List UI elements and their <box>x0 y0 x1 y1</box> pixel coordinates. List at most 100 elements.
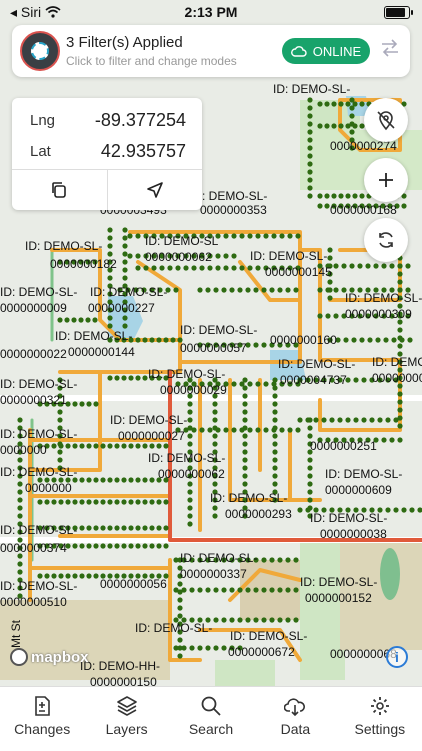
tree-dot <box>86 477 92 483</box>
tree-dot <box>64 317 70 323</box>
tree-dot <box>353 377 359 383</box>
tree-dot <box>324 101 330 107</box>
tree-dot <box>142 477 148 483</box>
tree-dot <box>57 457 63 463</box>
tree-dot <box>359 101 365 107</box>
tree-dot <box>353 417 359 423</box>
tree-dot <box>92 317 98 323</box>
location-off-button[interactable] <box>364 98 408 142</box>
tree-dot <box>17 497 23 503</box>
tree-dot <box>149 337 155 343</box>
swap-arrows-icon[interactable] <box>380 39 400 62</box>
tree-dot <box>212 409 218 415</box>
tree-dot <box>287 233 293 239</box>
tree-dot <box>307 505 313 511</box>
tree-dot <box>242 425 248 431</box>
tree-dot <box>295 233 301 239</box>
tree-dot <box>272 481 278 487</box>
tree-dot <box>307 153 313 159</box>
tree-dot <box>72 499 78 505</box>
tree-dot <box>242 449 248 455</box>
tree-dot <box>247 381 253 387</box>
tree-dot <box>263 381 269 387</box>
tree-dot <box>333 263 339 269</box>
tree-dot <box>51 573 57 579</box>
tree-dot <box>93 543 99 549</box>
tree-dot <box>338 101 344 107</box>
map-label: ID: DEMO-SL- <box>180 551 257 565</box>
navigate-button[interactable] <box>108 170 203 210</box>
tree-dot <box>285 617 291 623</box>
map-label: ID: DEMO-SL- <box>278 357 355 371</box>
tree-dot <box>149 477 155 483</box>
tree-dot <box>405 263 411 269</box>
settings-gear-icon <box>370 697 389 715</box>
tree-dot <box>359 193 365 199</box>
tree-dot <box>197 287 203 293</box>
tree-dot <box>86 443 92 449</box>
tree-dot <box>231 381 237 387</box>
tree-dot <box>327 287 333 293</box>
status-time: 2:13 PM <box>184 4 238 20</box>
map-label: 0000000374 <box>0 541 67 555</box>
tree-dot <box>255 233 261 239</box>
tree-dot <box>221 617 227 623</box>
filter-banner[interactable]: 3 Filter(s) Applied Click to filter and … <box>12 25 410 77</box>
tree-dot <box>121 499 127 505</box>
info-icon[interactable]: i <box>386 646 408 668</box>
lng-value: -89.377254 <box>94 110 186 130</box>
tree-dot <box>272 441 278 447</box>
tree-dot <box>307 481 313 487</box>
tree-dot <box>263 233 269 239</box>
tab-changes[interactable]: Changes <box>0 687 84 751</box>
tree-dot <box>212 441 218 447</box>
tree-dot <box>79 499 85 505</box>
tree-dot <box>255 381 261 387</box>
tree-dot <box>307 113 313 119</box>
tree-dot <box>272 377 278 383</box>
refresh-button[interactable] <box>364 218 408 262</box>
tree-dot <box>114 499 120 505</box>
map-label: 0000000062 <box>158 467 225 481</box>
map-label: 0000000144 <box>68 345 135 359</box>
tree-dot <box>293 557 299 563</box>
tree-dot <box>293 617 299 623</box>
tree-dot <box>349 113 355 119</box>
tree-dot <box>307 145 313 151</box>
map-label: ID: DEMO-SL- <box>0 285 77 299</box>
tree-dot <box>212 425 218 431</box>
mapbox-logo[interactable]: mapbox <box>10 648 89 666</box>
tab-search[interactable]: Search <box>169 687 253 751</box>
map-label: 0000000251 <box>310 439 377 453</box>
tree-dot <box>107 543 113 549</box>
layers-icon <box>116 696 137 716</box>
tree-dot <box>397 415 403 421</box>
tree-dot <box>213 287 219 293</box>
tree-dot <box>215 253 221 259</box>
tab-layers[interactable]: Layers <box>84 687 168 751</box>
tree-dot <box>397 335 403 341</box>
app-logo-icon <box>20 31 60 71</box>
online-status-button[interactable]: ONLINE <box>282 38 370 64</box>
tree-dot <box>349 263 355 269</box>
zoom-in-button[interactable] <box>364 158 408 202</box>
tree-dot <box>57 409 63 415</box>
tree-dot <box>197 587 203 593</box>
tree-dot <box>44 499 50 505</box>
lat-label: Lat <box>30 143 51 160</box>
copy-coordinates-button[interactable] <box>12 170 108 210</box>
tree-dot <box>242 457 248 463</box>
tree-dot <box>127 233 133 239</box>
tree-dot <box>79 573 85 579</box>
bottom-tab-bar: Changes Layers Search Data Settings <box>0 686 422 751</box>
tree-dot <box>107 443 113 449</box>
tree-dot <box>100 525 106 531</box>
tab-data[interactable]: Data <box>253 687 337 751</box>
tree-dot <box>237 587 243 593</box>
tree-dot <box>293 587 299 593</box>
tree-dot <box>307 121 313 127</box>
tree-dot <box>213 587 219 593</box>
tree-dot <box>242 401 248 407</box>
tree-dot <box>189 587 195 593</box>
tab-settings[interactable]: Settings <box>338 687 422 751</box>
